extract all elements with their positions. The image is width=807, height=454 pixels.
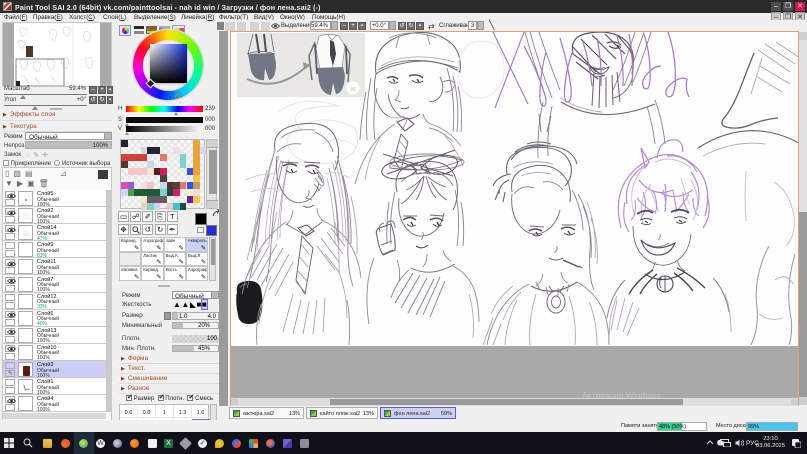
svg-text:cc: cc [351, 87, 357, 93]
